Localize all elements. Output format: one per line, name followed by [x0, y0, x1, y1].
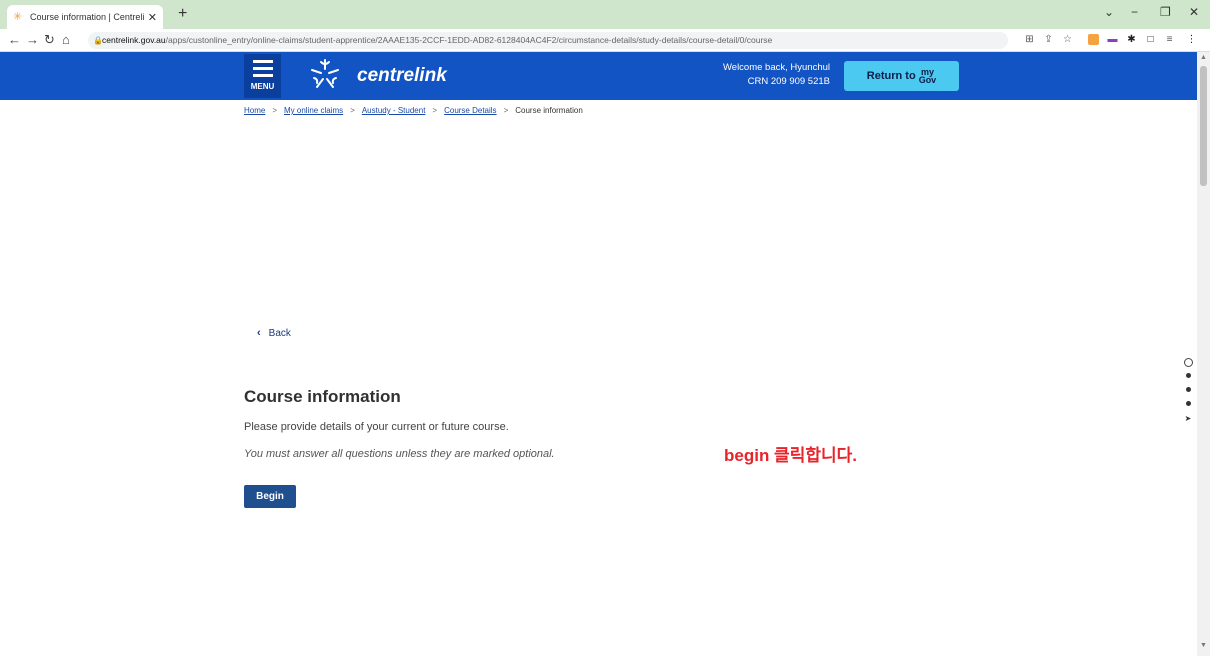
browser-tab[interactable]: ✳ Course information | Centrelink ✕	[7, 5, 163, 29]
browser-tab-bar: ✳ Course information | Centrelink ✕ + ⌄ …	[0, 0, 1210, 29]
home-icon[interactable]: ⌂	[62, 32, 70, 48]
close-icon[interactable]: ✕	[148, 11, 157, 24]
back-arrow-icon[interactable]: ←	[8, 32, 21, 48]
extension-icon[interactable]	[1088, 34, 1099, 45]
address-bar-row: ← → ↻ ⌂ 🔒 centrelink.gov.au/apps/custonl…	[0, 29, 1210, 52]
breadcrumb-separator: >	[350, 106, 355, 115]
scroll-up-icon[interactable]: ▲	[1200, 54, 1207, 61]
breadcrumb-current: Course information	[515, 106, 583, 115]
hamburger-icon-bar	[252, 74, 273, 77]
welcome-text: Welcome back, Hyunchul	[722, 62, 830, 73]
nav-dot[interactable]	[1185, 401, 1191, 406]
page-scrollbar[interactable]: ▲ ▼	[1197, 52, 1210, 656]
mygov-logo: my Gov	[918, 68, 937, 85]
breadcrumb-my-online-claims[interactable]: My online claims	[284, 106, 343, 115]
mygov-bottom: Gov	[918, 75, 937, 85]
page-title: Course information	[244, 387, 401, 406]
chevron-left-icon: ‹	[257, 327, 261, 339]
nav-dot-current[interactable]	[1183, 358, 1193, 367]
welcome-block: Welcome back, Hyunchul CRN 209 909 521B	[690, 61, 830, 89]
forward-arrow-icon[interactable]: →	[26, 32, 39, 48]
menu-label: MENU	[250, 82, 275, 91]
send-arrow-icon[interactable]: ➤	[1182, 415, 1194, 423]
share-icon[interactable]: ⇪	[1043, 34, 1054, 45]
window-close-button[interactable]: ✕	[1189, 5, 1199, 19]
url-field[interactable]: 🔒 centrelink.gov.au/apps/custonline_entr…	[88, 32, 1008, 49]
breadcrumb: Home > My online claims > Austudy - Student >…	[244, 106, 583, 115]
reading-list-icon[interactable]: ≡	[1164, 34, 1175, 45]
extensions-puzzle-icon[interactable]: ✱	[1126, 34, 1137, 45]
more-options-icon[interactable]: ⋮	[1186, 34, 1197, 45]
nav-dot[interactable]	[1185, 373, 1191, 378]
hamburger-icon	[252, 60, 273, 63]
breadcrumb-separator: >	[503, 106, 509, 115]
centrelink-star-icon	[311, 59, 339, 88]
centrelink-logo[interactable]: centrelink	[357, 65, 447, 87]
scroll-thumb[interactable]	[1200, 66, 1207, 186]
return-label: Return to	[866, 70, 916, 82]
maximize-button[interactable]: ❐	[1160, 5, 1171, 19]
back-label: Back	[268, 327, 291, 339]
instruction-note: You must answer all questions unless the…	[244, 448, 555, 460]
extension-tool-icon[interactable]: ▬	[1107, 34, 1118, 45]
reload-icon[interactable]: ↻	[44, 32, 55, 48]
new-tab-button[interactable]: +	[178, 6, 187, 22]
annotation-text: begin 클릭합니다.	[724, 446, 857, 465]
site-header: MENU centrelink Welcome back, Hyunchul C…	[0, 52, 1197, 100]
scroll-down-icon[interactable]: ▼	[1200, 642, 1207, 649]
nav-dot[interactable]	[1185, 387, 1191, 392]
crn-text: CRN 209 909 521B	[747, 76, 830, 87]
url-path: /apps/custonline_entry/online-claims/stu…	[165, 35, 773, 45]
intro-text: Please provide details of your current o…	[244, 421, 509, 433]
bookmark-star-icon[interactable]: ☆	[1062, 34, 1073, 45]
translate-icon[interactable]: ⊞	[1024, 34, 1035, 45]
side-nav-dots: ➤	[1182, 358, 1194, 423]
lock-icon: 🔒	[93, 36, 103, 45]
menu-button[interactable]: MENU	[244, 54, 281, 98]
breadcrumb-austudy-student[interactable]: Austudy - Student	[362, 106, 426, 115]
tab-search-icon[interactable]: ⌄	[1104, 5, 1114, 19]
breadcrumb-separator: >	[432, 106, 438, 115]
hamburger-icon-bar	[252, 67, 273, 70]
breadcrumb-home[interactable]: Home	[244, 106, 265, 115]
begin-button[interactable]: Begin	[244, 485, 296, 508]
centrelink-star-icon: ✳	[13, 11, 23, 23]
back-link[interactable]: ‹ Back	[257, 327, 291, 339]
return-to-mygov-button[interactable]: Return to my Gov	[844, 61, 959, 91]
tab-title: Course information | Centrelink	[30, 12, 144, 22]
side-panel-icon[interactable]: □	[1145, 34, 1156, 45]
breadcrumb-separator: >	[272, 106, 278, 115]
minimize-button[interactable]: −	[1131, 5, 1138, 19]
breadcrumb-course-details[interactable]: Course Details	[444, 106, 496, 115]
url-host: centrelink.gov.au	[102, 35, 166, 45]
